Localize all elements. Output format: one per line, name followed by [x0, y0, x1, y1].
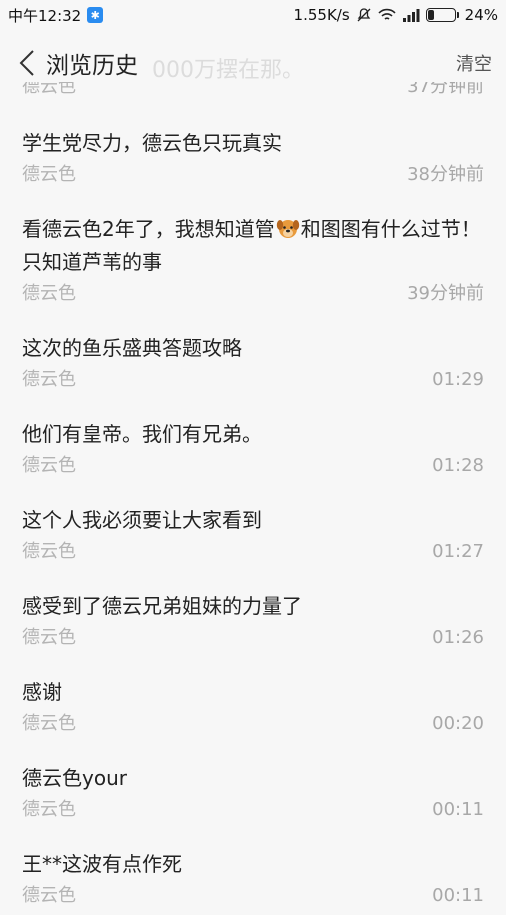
item-title: 这个人我必须要让大家看到	[22, 508, 262, 532]
back-chevron-icon	[19, 50, 34, 76]
list-item[interactable]: 这次的鱼乐盛典答题攻略 德云色 01:29	[0, 313, 506, 399]
network-speed: 1.55K/s	[293, 6, 350, 24]
signal-icon	[402, 8, 420, 22]
list-item[interactable]: 他们有皇帝。我们有兄弟。 德云色 01:28	[0, 399, 506, 485]
item-time: 01:29	[432, 369, 484, 390]
item-time: 37分钟前	[407, 82, 484, 97]
wifi-icon	[378, 8, 396, 22]
item-title: 这次的鱼乐盛典答题攻略	[22, 336, 242, 360]
item-source: 德云色	[22, 283, 76, 304]
list-item[interactable]: 德云色your 德云色 00:11	[0, 743, 506, 829]
item-source: 德云色	[22, 713, 76, 734]
back-button[interactable]	[10, 43, 44, 83]
list-item[interactable]: 感谢 德云色 00:20	[0, 657, 506, 743]
item-time: 01:28	[432, 455, 484, 476]
item-source: 德云色	[22, 799, 76, 820]
item-title-part1: 看德云色2年了，我想知道管	[22, 217, 275, 241]
item-title: 德云色your	[22, 766, 127, 790]
item-title: 王**这波有点作死	[22, 852, 182, 876]
item-title: 看德云色2年了，我想知道管 和图图有什么过节！只知道芦苇的事	[22, 194, 484, 281]
list-item[interactable]: 王**这波有点作死 德云色 00:11	[0, 829, 506, 915]
battery-icon	[425, 8, 459, 22]
item-source: 德云色	[22, 627, 76, 648]
status-time: 中午12:32	[8, 6, 82, 25]
page-title: 浏览历史	[46, 53, 138, 79]
list-item[interactable]: 德云色 37分钟前	[0, 82, 506, 108]
history-list: 德云色 37分钟前 学生党尽力，德云色只玩真实 德云色 38分钟前 看德云色2年了…	[0, 82, 506, 915]
item-title: 感谢	[22, 680, 62, 704]
item-time: 00:20	[432, 713, 484, 734]
item-source: 德云色	[22, 885, 76, 906]
item-source: 德云色	[22, 164, 76, 185]
item-time: 00:11	[432, 885, 484, 906]
item-source: 德云色	[22, 541, 76, 562]
list-item[interactable]: 这个人我必须要让大家看到 德云色 01:27	[0, 485, 506, 571]
item-source: 德云色	[22, 369, 76, 390]
list-item[interactable]: 感受到了德云兄弟姐妹的力量了 德云色 01:26	[0, 571, 506, 657]
item-time: 39分钟前	[407, 283, 484, 304]
item-time: 01:26	[432, 627, 484, 648]
item-time: 38分钟前	[407, 164, 484, 185]
status-bar: 中午12:32 ✱ 1.55K/s 24%	[0, 0, 506, 30]
item-time: 00:11	[432, 799, 484, 820]
item-title: 感受到了德云兄弟姐妹的力量了	[22, 594, 302, 618]
app-notification-icon: ✱	[87, 7, 104, 23]
item-source: 德云色	[22, 82, 76, 97]
clear-button[interactable]: 清空	[456, 50, 492, 76]
item-source: 德云色	[22, 455, 76, 476]
item-title: 学生党尽力，德云色只玩真实	[22, 131, 282, 155]
item-time: 01:27	[432, 541, 484, 562]
dog-face-icon	[276, 216, 300, 248]
battery-percent: 24%	[464, 6, 498, 24]
toast-text: 000万摆在那。	[152, 58, 304, 83]
item-title: 他们有皇帝。我们有兄弟。	[22, 422, 262, 446]
list-item[interactable]: 学生党尽力，德云色只玩真实 德云色 38分钟前	[0, 108, 506, 194]
list-item[interactable]: 看德云色2年了，我想知道管 和图图有什么过节！只知道芦苇的事 德云色 39分钟前	[0, 194, 506, 313]
mute-icon	[356, 7, 372, 23]
